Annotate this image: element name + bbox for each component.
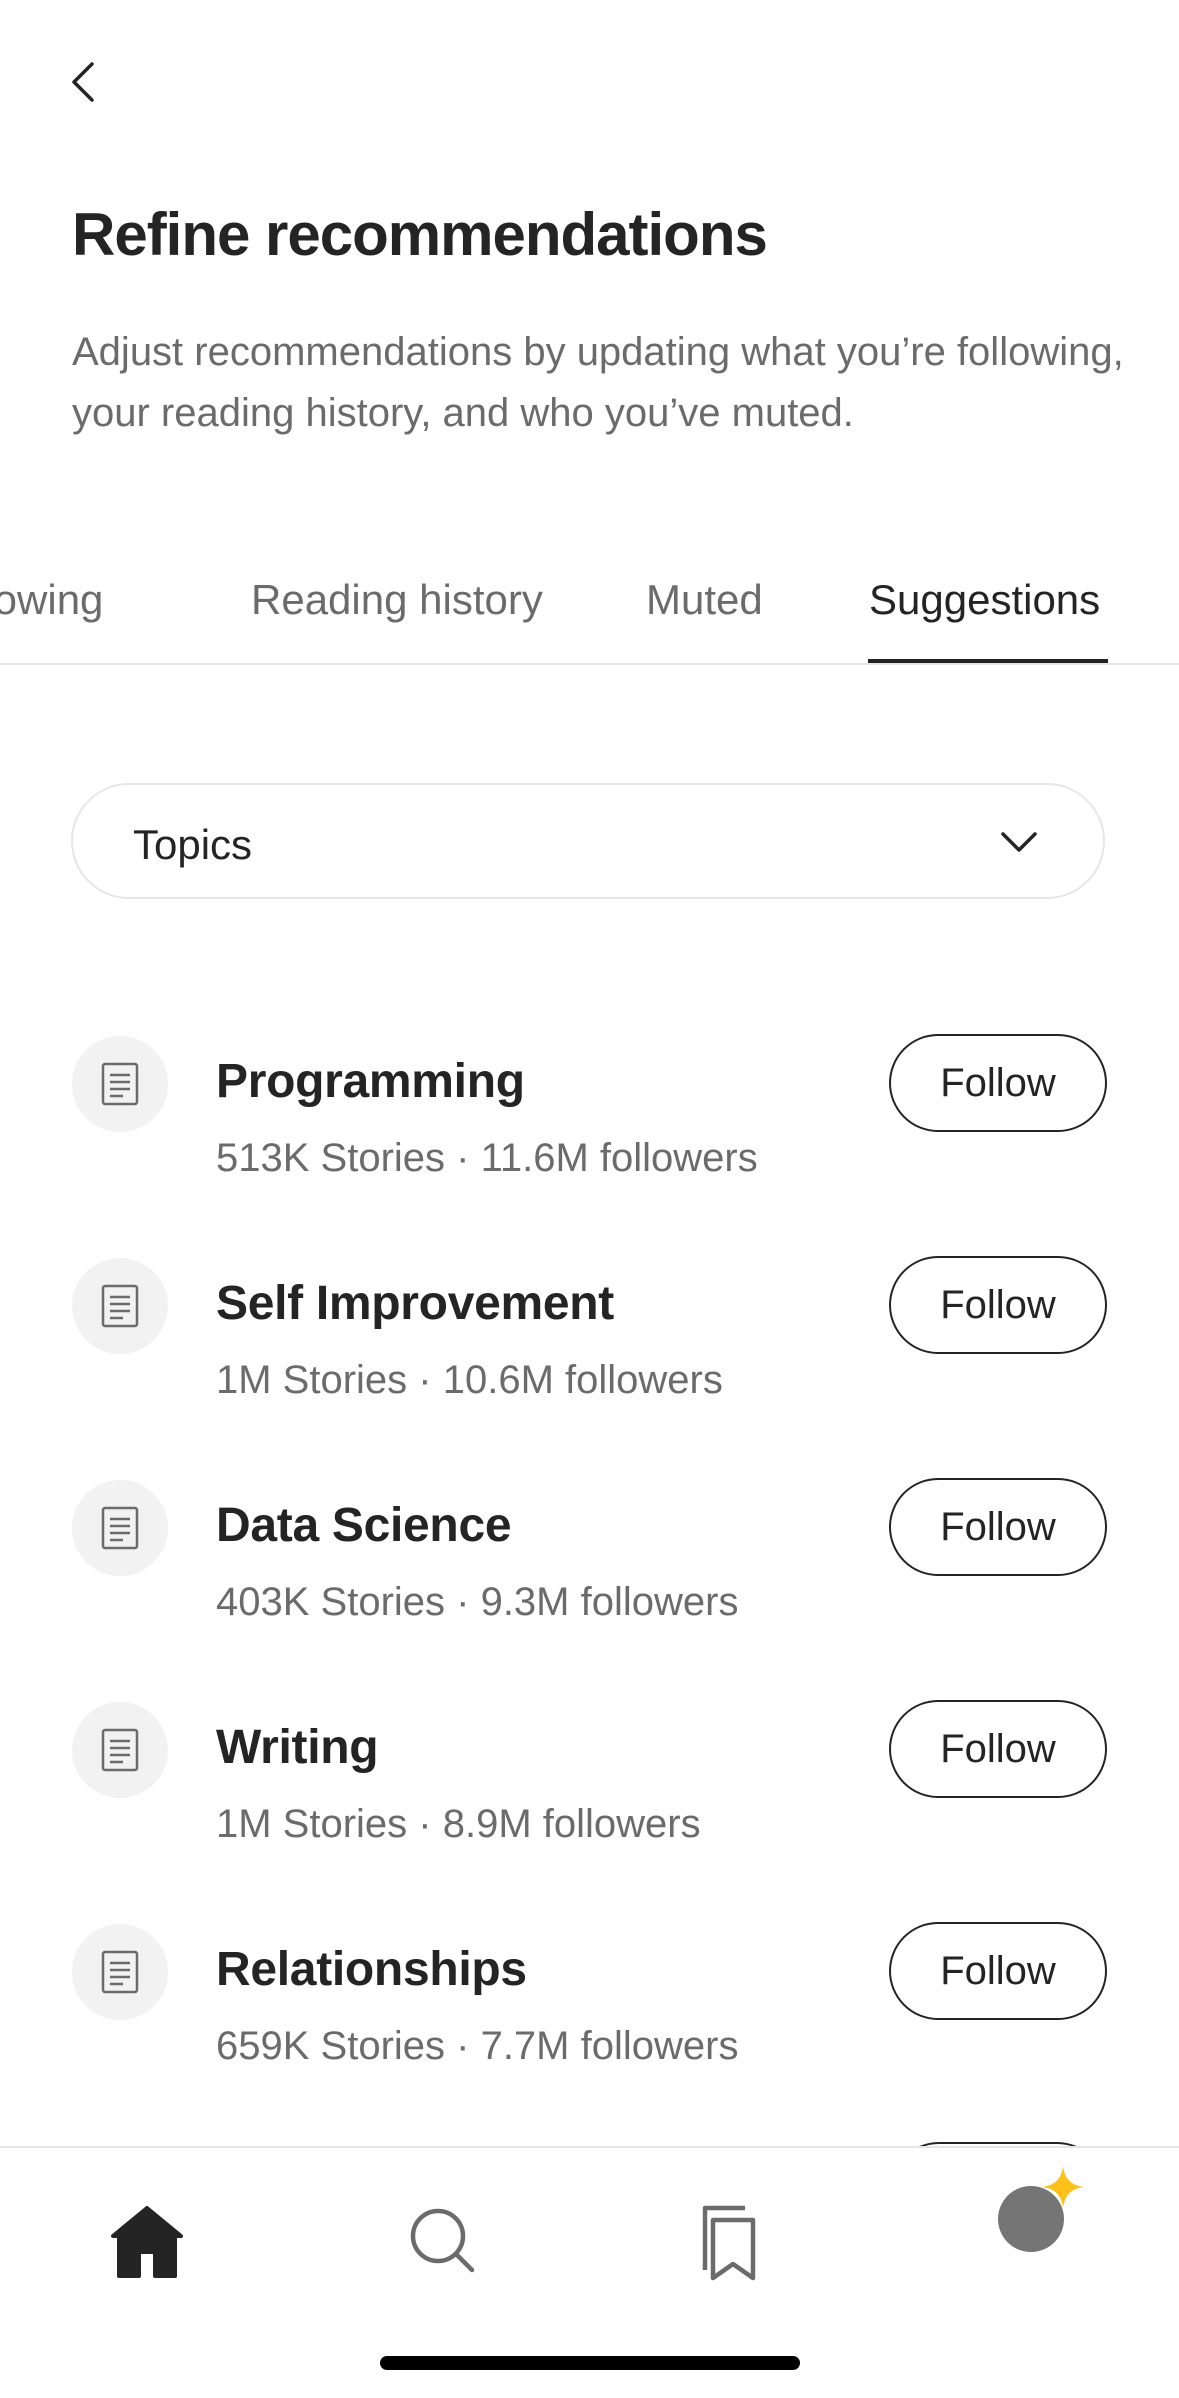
sparkle-icon	[1042, 2166, 1084, 2208]
tab-muted[interactable]: Muted	[646, 576, 763, 624]
list-item: Programming 513K Stories · 11.6M followe…	[0, 1034, 1179, 1236]
active-tab-indicator	[868, 659, 1108, 663]
page-title: Refine recommendations	[72, 201, 768, 268]
topic-icon-container	[72, 1258, 168, 1354]
topic-name[interactable]: Data Science	[216, 1498, 512, 1553]
topic-stats: 1M Stories · 8.9M followers	[216, 1802, 701, 1846]
nav-library[interactable]	[683, 2190, 783, 2290]
list-item: Writing 1M Stories · 8.9M followers Foll…	[0, 1700, 1179, 1902]
list-item: Relationships 659K Stories · 7.7M follow…	[0, 1922, 1179, 2124]
topic-name[interactable]: Writing	[216, 1720, 379, 1775]
topic-stats: 1M Stories · 10.6M followers	[216, 1358, 723, 1402]
follow-button[interactable]: Follow	[889, 1034, 1107, 1132]
topic-name[interactable]: Programming	[216, 1054, 525, 1109]
topic-name[interactable]: Relationships	[216, 1942, 527, 1997]
nav-search[interactable]	[392, 2190, 492, 2290]
tab-reading-history[interactable]: Reading history	[251, 576, 543, 624]
list-item: Data Science 403K Stories · 9.3M followe…	[0, 1478, 1179, 1680]
topic-stats: 403K Stories · 9.3M followers	[216, 1580, 739, 1624]
tab-suggestions[interactable]: Suggestions	[869, 576, 1100, 624]
topic-icon-container	[72, 1702, 168, 1798]
follow-button[interactable]: Follow	[889, 1700, 1107, 1798]
topic-icon-container	[72, 1480, 168, 1576]
topics-dropdown[interactable]: Topics	[71, 783, 1105, 899]
dropdown-selected-value: Topics	[133, 821, 253, 868]
back-button[interactable]	[60, 52, 110, 112]
document-icon	[101, 1950, 139, 1994]
follow-button[interactable]: Follow	[889, 1922, 1107, 2020]
list-item: Self Improvement 1M Stories · 10.6M foll…	[0, 1256, 1179, 1458]
tab-following[interactable]: Following	[0, 576, 103, 624]
page-description: Adjust recommendations by updating what …	[72, 330, 1124, 435]
topic-icon-container	[72, 1924, 168, 2020]
topic-stats: 659K Stories · 7.7M followers	[216, 2024, 739, 2068]
home-icon	[111, 2206, 183, 2278]
search-icon	[410, 2208, 475, 2273]
tab-bar: Following Reading history Muted Suggesti…	[0, 560, 1179, 665]
follow-button[interactable]: Follow	[889, 1256, 1107, 1354]
home-indicator	[380, 2356, 800, 2370]
document-icon	[101, 1284, 139, 1328]
bookmarks-icon	[702, 2205, 756, 2281]
document-icon	[101, 1506, 139, 1550]
document-icon	[101, 1062, 139, 1106]
chevron-down-icon	[1001, 832, 1037, 852]
chevron-left-icon	[72, 62, 94, 102]
document-icon	[101, 1728, 139, 1772]
topic-name[interactable]: Self Improvement	[216, 1276, 614, 1331]
topic-icon-container	[72, 1036, 168, 1132]
follow-button[interactable]: Follow	[889, 1478, 1107, 1576]
nav-home[interactable]	[97, 2190, 197, 2290]
topic-stats: 513K Stories · 11.6M followers	[216, 1136, 758, 1180]
